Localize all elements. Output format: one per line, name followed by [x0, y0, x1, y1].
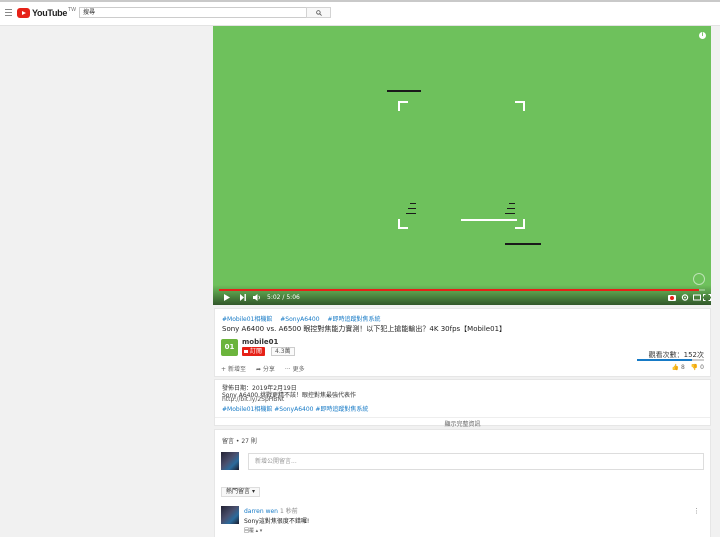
- video-player[interactable]: i 5:02 / 5:06: [213, 26, 711, 305]
- focus-bracket-tl: [398, 101, 408, 111]
- subscriber-count: 4.3萬: [271, 347, 295, 356]
- thumbs-up-icon: 👍: [671, 364, 680, 371]
- youtube-logo[interactable]: YouTube TW: [17, 7, 77, 18]
- sort-label: 熱門留言: [226, 488, 251, 495]
- like-count: 8: [680, 364, 685, 371]
- focus-tick-right-3: [505, 213, 515, 214]
- theater-mode-icon[interactable]: [693, 294, 701, 301]
- comment-menu-icon[interactable]: ⋮: [693, 507, 700, 515]
- thumbs-down-icon: 👎: [690, 364, 699, 371]
- description-card: 發佈日期：2019年2月19日 Sony A6400 挑戰更精不該！眼控對焦最強…: [214, 379, 711, 428]
- volume-icon[interactable]: [253, 294, 261, 301]
- channel-avatar[interactable]: 01: [221, 339, 238, 356]
- hashtag-link[interactable]: #即時追蹤對焦系統: [327, 316, 380, 323]
- hashtag-link[interactable]: #Mobile01相機館: [222, 316, 272, 323]
- focus-marker-middle: [461, 219, 517, 221]
- show-more-button[interactable]: 顯示完整資訊: [215, 417, 710, 428]
- time-current: 5:02: [267, 294, 281, 301]
- time-separator: /: [282, 294, 285, 301]
- focus-bracket-bl: [398, 219, 408, 229]
- comment-author[interactable]: darren wen: [244, 508, 278, 515]
- add-to-label: 新增至: [227, 366, 246, 373]
- focus-marker-bottom: [505, 243, 541, 245]
- channel-watermark-icon[interactable]: [693, 273, 705, 285]
- search-button[interactable]: [306, 7, 331, 18]
- subscribe-button[interactable]: 訂閱: [242, 347, 266, 356]
- hashtag-list: #Mobile01相機館 #SonyA6400 #即時追蹤對焦系統: [222, 314, 386, 323]
- subscribe-icon: [244, 350, 248, 353]
- comment-dislike-icon[interactable]: ▾: [260, 528, 263, 534]
- fullscreen-icon[interactable]: [703, 294, 711, 301]
- video-info-card: #Mobile01相機館 #SonyA6400 #即時追蹤對焦系統 Sony A…: [214, 308, 711, 377]
- play-icon[interactable]: [223, 294, 231, 301]
- comment-text: Sony這對焦很度不錯囉!: [244, 518, 310, 525]
- next-icon[interactable]: [239, 294, 247, 301]
- dislike-count: 0: [700, 364, 704, 371]
- description-link[interactable]: http://bit.ly/2SpHBNt: [222, 396, 284, 403]
- focus-bracket-tr: [515, 101, 525, 111]
- focus-marker-top: [387, 90, 421, 92]
- focus-tick-left-3: [406, 213, 416, 214]
- comment-count: 留言 • 27 則: [222, 438, 257, 445]
- channel-name[interactable]: mobile01: [242, 338, 278, 346]
- chevron-down-icon: ▾: [251, 488, 255, 495]
- description-hashtags[interactable]: #Mobile01相機館 #SonyA6400 #即時追蹤對焦系統: [222, 404, 368, 413]
- share-icon: ➦: [255, 366, 261, 373]
- time-total: 5:06: [286, 294, 300, 301]
- sort-comments-button[interactable]: 熱門留言 ▾: [221, 487, 260, 497]
- comments-section: 留言 • 27 則 新增公開留言... 熱門留言 ▾ darren wen 1 秒…: [214, 429, 711, 537]
- comment-avatar[interactable]: [221, 506, 239, 524]
- share-label: 分享: [262, 366, 275, 373]
- video-title: Sony A6400 vs. A6500 眼控對焦能力實測！以下犯上搶能輸出？4…: [222, 325, 507, 333]
- focus-tick-left: [410, 203, 416, 204]
- focus-tick-right: [509, 203, 515, 204]
- logo-region: TW: [68, 7, 77, 13]
- progress-bar[interactable]: [219, 289, 705, 291]
- user-avatar: [221, 452, 239, 470]
- more-dots-icon: ···: [284, 366, 291, 373]
- youtube-badge-icon[interactable]: [668, 295, 676, 301]
- logo-text: YouTube: [32, 8, 68, 18]
- play-logo-icon: [17, 8, 30, 18]
- comment-time[interactable]: 1 秒前: [280, 508, 298, 515]
- focus-tick-right-2: [507, 208, 515, 209]
- search-input[interactable]: 搜尋: [79, 7, 307, 18]
- settings-gear-icon[interactable]: [681, 294, 689, 301]
- hashtag-link[interactable]: #SonyA6400: [280, 316, 319, 323]
- info-icon[interactable]: i: [699, 32, 706, 39]
- share-button[interactable]: ➦ 分享: [256, 364, 275, 373]
- like-ratio-bar: [637, 359, 704, 361]
- more-button[interactable]: ··· 更多: [285, 364, 305, 373]
- subscribe-label: 訂閱: [250, 348, 263, 355]
- like-ratio-fill: [637, 359, 692, 361]
- dislike-button[interactable]: 👎 0: [691, 364, 704, 371]
- comment-actions: 回覆 ▴ ▾: [244, 527, 262, 534]
- like-dislike: 👍 8 👎 0: [672, 364, 704, 371]
- video-actions: + 新增至 ➦ 分享 ··· 更多: [221, 364, 305, 373]
- time-display: 5:02 / 5:06: [267, 293, 300, 302]
- top-divider: [0, 0, 720, 2]
- focus-tick-left-2: [408, 208, 416, 209]
- comment-header: darren wen 1 秒前: [244, 506, 298, 515]
- search-icon: [315, 9, 322, 16]
- add-to-button[interactable]: + 新增至: [221, 364, 246, 373]
- hamburger-menu-icon[interactable]: [5, 9, 12, 16]
- comment-input[interactable]: 新增公開留言...: [248, 453, 704, 470]
- like-button[interactable]: 👍 8: [672, 364, 685, 371]
- progress-fill: [219, 289, 699, 291]
- more-label: 更多: [292, 366, 305, 373]
- reply-button[interactable]: 回覆: [244, 528, 254, 534]
- masthead: YouTube TW 搜尋: [0, 0, 720, 26]
